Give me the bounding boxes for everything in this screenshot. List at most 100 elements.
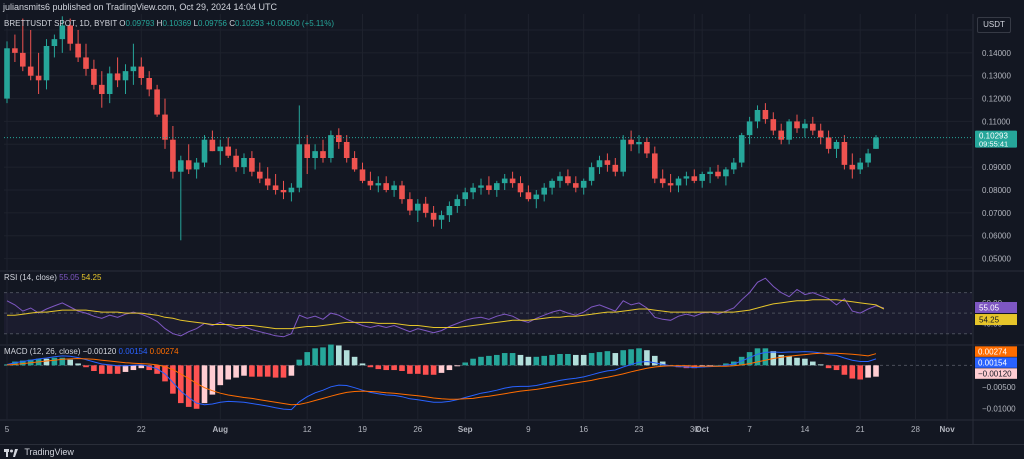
rsi-ma-label: 54.25 [979,316,1000,325]
footer-bar: TradingView [0,444,1024,459]
candle-body [407,199,413,211]
chart-svg[interactable]: 0.150000.140000.130000.120000.110000.100… [0,14,1024,444]
macd-hist-bar [351,356,358,366]
candle-body [549,180,555,188]
time-tick-label: 16 [579,425,588,434]
macd-hist-bar [549,354,555,366]
macd-hist-bar [114,365,121,374]
candle-body [430,212,437,220]
candle-body [336,135,342,142]
macd-value-label: 0.00154 [978,358,1007,367]
candle-body [43,46,50,81]
macd-hist-bar [841,365,848,375]
candle-body [509,178,516,184]
macd-hist-bar [122,365,129,372]
chart-area[interactable]: 0.150000.140000.130000.120000.110000.100… [0,14,1024,444]
macd-value-label: −0.00120 [978,369,1012,378]
candle-body [12,48,18,53]
rsi-legend-part: 55.05 [59,273,81,282]
time-tick-label: 9 [526,425,531,434]
macd-hist-bar [67,359,73,366]
macd-hist-bar [470,358,476,366]
currency-button[interactable]: USDT [977,17,1011,33]
candle-body [659,178,666,184]
candle-body [217,146,224,152]
candle-body [691,176,698,181]
candle-body [257,171,263,179]
macd-hist-bar [225,365,231,380]
candle-body [533,194,540,200]
candle-body [4,48,10,99]
candle-body [675,178,682,186]
macd-legend-part: 0.00154 [119,347,150,356]
candle-body [343,142,350,158]
macd-hist-bar [138,365,145,369]
candle-body [170,139,176,172]
candle-body [723,169,729,177]
candle-body [525,192,532,200]
price-tick-label: 0.12000 [982,95,1011,104]
candle-body [304,144,310,158]
candle-body [746,121,753,136]
countdown-label: 09:55:41 [979,140,1008,149]
macd-hist-bar [75,363,81,366]
price-tick-label: 0.11000 [982,117,1011,126]
candle-body [35,75,42,81]
candle-body [391,185,397,190]
time-tick-label: Aug [213,425,229,434]
candle-body [754,110,761,122]
macd-hist-bar [383,365,389,371]
candle-body [383,183,389,190]
price-legend-text: BRETTUSDT SPOT, 1D, BYBIT O0.09793 H0.10… [4,19,334,28]
macd-hist-bar [438,365,445,373]
macd-hist-bar [849,365,856,379]
candle-body [288,187,295,193]
rsi-legend: RSI (14, close) 55.05 54.25 [4,273,102,282]
time-tick-label: 23 [635,425,644,434]
candle-body [644,142,650,154]
macd-hist-bar [343,350,350,366]
tradingview-logo-icon [4,448,18,457]
legend-part: 0.09793 [126,19,157,28]
candle-body [636,142,642,145]
candle-body [517,183,524,193]
candle-body [596,160,603,168]
macd-hist-bar [106,365,113,374]
candle-body [367,180,374,186]
macd-hist-bar [596,352,603,366]
candle-body [817,130,824,138]
time-tick-label: 19 [358,425,367,434]
candle-body [628,139,634,145]
time-tick-label: 7 [747,425,752,434]
candle-body [83,57,89,69]
macd-hist-bar [802,358,808,366]
candle-body [849,164,856,170]
macd-hist-bar [391,365,397,371]
candle-body [272,185,279,190]
candle-body [865,153,871,163]
rsi-legend-part: 54.25 [81,273,102,282]
macd-legend-part: MACD (12, 26, close) [4,347,83,356]
macd-hist-bar [288,365,295,376]
candle-body [146,78,152,90]
macd-hist-bar [486,355,492,366]
time-tick-label: Oct [696,425,710,434]
macd-hist-bar [509,353,516,366]
macd-value-label: 0.00274 [978,347,1007,356]
candle-body [328,135,334,158]
candle-body [501,178,508,184]
candle-body [399,185,405,200]
candle-body [810,123,816,131]
macd-hist-bar [628,349,634,366]
macd-hist-bar [130,365,137,371]
macd-hist-bar [241,365,247,376]
macd-hist-bar [817,364,824,366]
macd-hist-bar [588,353,595,366]
macd-hist-bar [257,365,263,377]
candle-body [478,185,484,188]
candle-body [557,176,563,181]
price-tick-label: 0.06000 [982,232,1011,241]
candle-body [415,203,421,211]
macd-hist-bar [83,365,89,368]
macd-hist-bar [99,365,105,374]
